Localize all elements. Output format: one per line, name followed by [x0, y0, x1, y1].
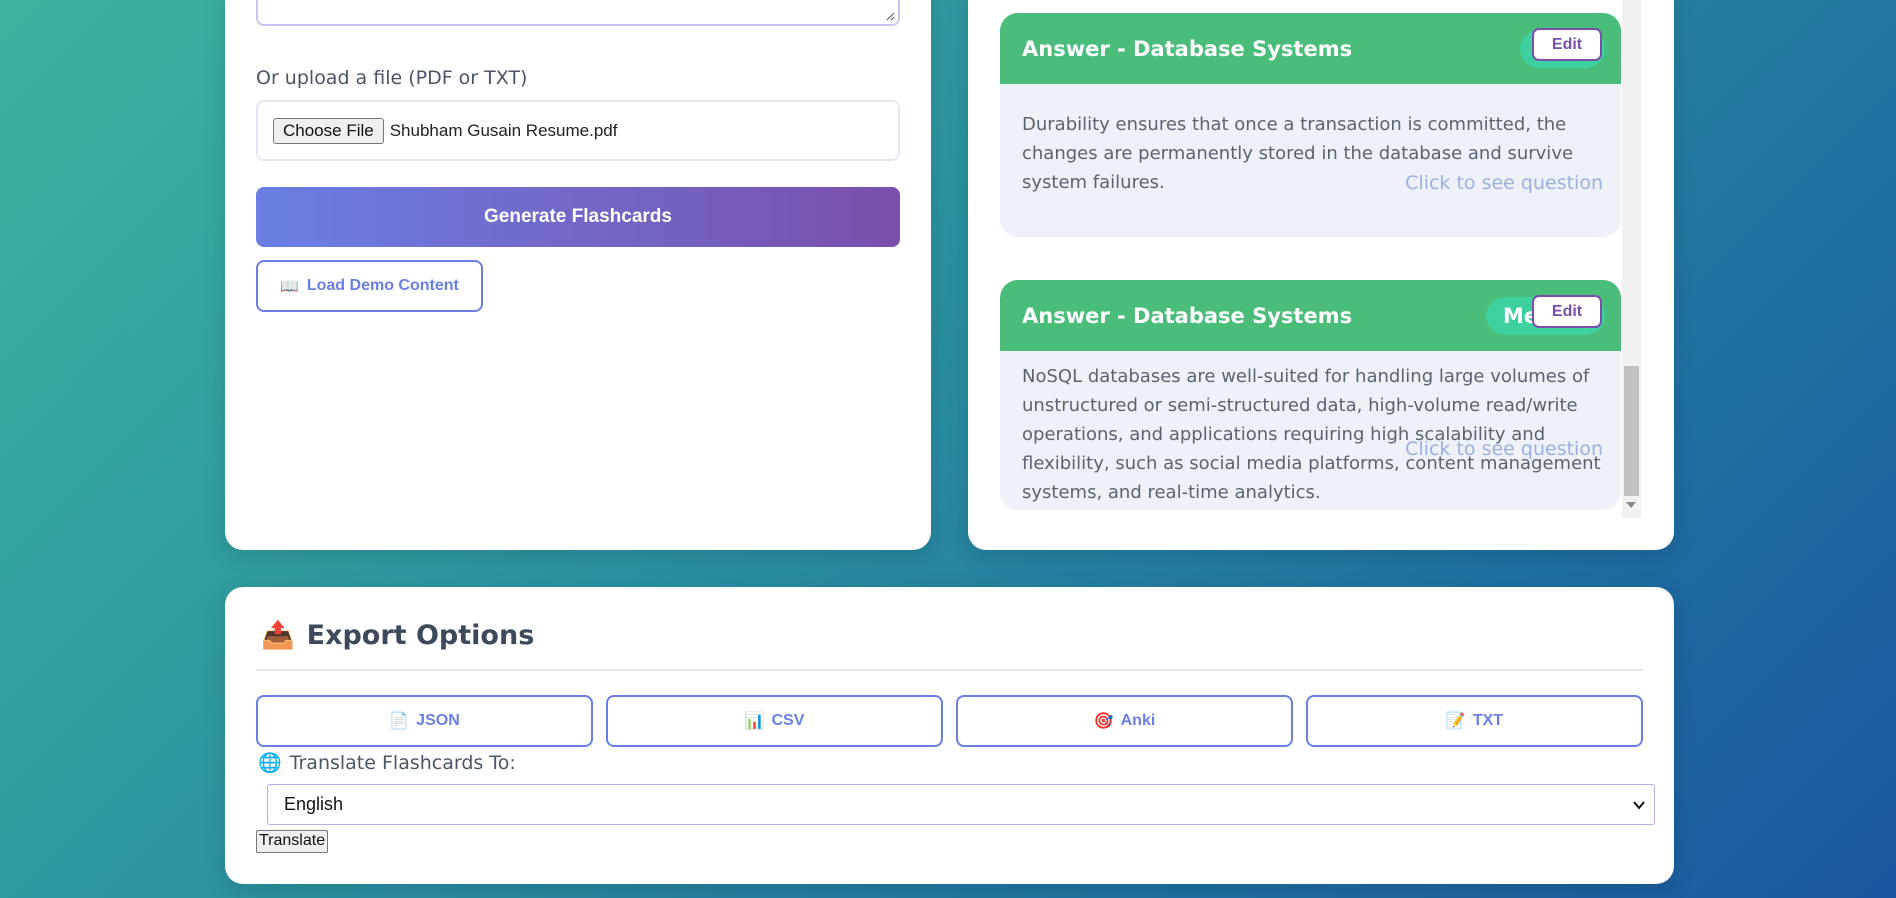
selected-file-name: Shubham Gusain Resume.pdf — [389, 120, 618, 140]
load-demo-button[interactable]: 📖 Load Demo Content — [256, 260, 483, 312]
load-demo-label: Load Demo Content — [306, 277, 459, 294]
scrollbar-thumb[interactable] — [1624, 366, 1639, 496]
scroll-down-icon[interactable] — [1626, 502, 1636, 508]
flashcard[interactable]: Answer - Database Systems Me Edit NoSQL … — [1000, 280, 1621, 510]
flashcard-title: Answer - Database Systems — [1022, 36, 1353, 61]
export-csv-label: CSV — [771, 712, 805, 729]
export-txt-label: TXT — [1472, 712, 1504, 729]
translate-label-text: Translate Flashcards To: — [289, 751, 516, 774]
flip-hint: Click to see question — [1405, 172, 1603, 194]
file-input[interactable]: Choose File Shubham Gusain Resume.pdf — [256, 100, 900, 161]
export-anki-button[interactable]: 🎯 Anki — [956, 695, 1293, 747]
outbox-icon: 📤 — [261, 620, 295, 651]
choose-file-button[interactable]: Choose File — [273, 117, 384, 144]
edit-button[interactable]: Edit — [1532, 295, 1602, 328]
divider — [256, 669, 1643, 671]
generate-flashcards-button[interactable]: Generate Flashcards — [256, 187, 900, 247]
language-select[interactable]: English — [267, 784, 1655, 825]
flashcard-title: Answer - Database Systems — [1022, 303, 1353, 328]
flashcards-panel: Answer - Database Systems Edit Durabilit… — [968, 0, 1674, 550]
document-icon: 📄 — [389, 713, 410, 730]
globe-icon: 🌐 — [258, 752, 282, 774]
target-icon: 🎯 — [1093, 713, 1114, 730]
bar-chart-icon: 📊 — [744, 713, 765, 730]
content-textarea[interactable] — [256, 0, 900, 26]
export-title: Export Options — [306, 619, 535, 651]
export-panel: 📤 Export Options 📄 JSON 📊 CSV 🎯 Anki 📝 T… — [225, 587, 1674, 884]
edit-button[interactable]: Edit — [1532, 28, 1602, 61]
resize-grip-icon[interactable] — [886, 12, 895, 21]
input-panel: Or upload a file (PDF or TXT) Choose Fil… — [225, 0, 931, 550]
export-txt-button[interactable]: 📝 TXT — [1306, 695, 1643, 747]
flashcards-scrollbar[interactable] — [1622, 0, 1641, 518]
flashcard[interactable]: Answer - Database Systems Edit Durabilit… — [1000, 13, 1621, 237]
selected-language: English — [284, 794, 344, 814]
memo-icon: 📝 — [1445, 713, 1466, 730]
flashcard-answer: NoSQL databases are well-suited for hand… — [1022, 366, 1601, 503]
export-csv-button[interactable]: 📊 CSV — [606, 695, 943, 747]
export-anki-label: Anki — [1120, 712, 1156, 729]
upload-label: Or upload a file (PDF or TXT) — [256, 67, 528, 89]
book-icon: 📖 — [280, 278, 299, 295]
translate-button[interactable]: Translate — [256, 830, 329, 853]
export-json-button[interactable]: 📄 JSON — [256, 695, 593, 747]
chevron-down-icon — [1633, 801, 1645, 810]
translate-label: 🌐 Translate Flashcards To: — [258, 751, 516, 775]
export-json-label: JSON — [416, 712, 460, 729]
export-heading: 📤 Export Options — [261, 619, 535, 652]
flip-hint: Click to see question — [1405, 438, 1603, 460]
